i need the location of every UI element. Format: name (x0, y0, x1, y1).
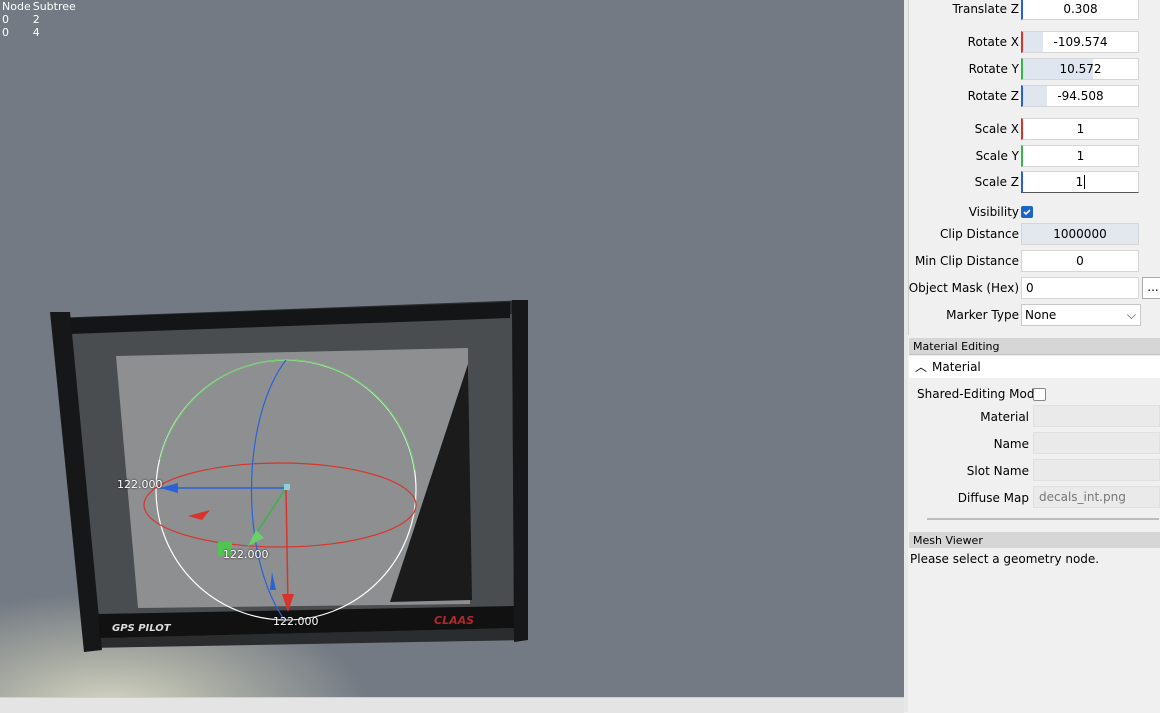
name-field[interactable] (1033, 432, 1160, 454)
name-label: Name (993, 437, 1029, 451)
rotate-z-field[interactable]: -94.508 (1021, 85, 1139, 107)
prop-scale-x: Scale X 1 (909, 118, 1160, 142)
prop-scale-z: Scale Z 1 (909, 171, 1160, 195)
attributes-panel: Translate Z 0.308 Rotate X -109.574 Rota… (908, 0, 1160, 335)
status-strip (0, 697, 904, 713)
material-group-label: Material (932, 360, 981, 374)
prop-translate-z: Translate Z 0.308 (909, 0, 1160, 22)
diffuse-map-label: Diffuse Map (957, 491, 1029, 505)
material-label: Material (980, 410, 1029, 424)
chevron-up-icon: ︿ (915, 360, 928, 374)
prop-rotate-z: Rotate Z -94.508 (909, 85, 1160, 109)
prop-label: Rotate Y (968, 62, 1019, 76)
prop-label: Scale X (974, 122, 1019, 136)
shared-editing-checkbox[interactable] (1033, 388, 1046, 401)
object-mask-field[interactable]: 0 (1021, 277, 1139, 299)
scene-canvas: GPS PILOT CLAAS (50, 300, 528, 652)
material-editing-panel: ︿ Material Shared-Editing Mode Material … (909, 356, 1160, 528)
horizontal-scrollbar[interactable] (927, 518, 1159, 520)
shared-editing-label: Shared-Editing Mode (917, 387, 1042, 401)
gizmo-y-value-label: 122.000 (223, 548, 269, 561)
rotate-y-field[interactable]: 10.572 (1021, 58, 1139, 80)
prop-clip-distance: Clip Distance 1000000 (909, 223, 1160, 247)
translate-z-field[interactable]: 0.308 (1021, 0, 1139, 20)
mesh-viewer-header: Mesh Viewer (909, 532, 1160, 549)
slot-name-label: Slot Name (966, 464, 1029, 478)
slot-name-field[interactable] (1033, 459, 1160, 481)
prop-marker-type: Marker Type None ⌵ (909, 304, 1160, 328)
prop-label: Rotate X (967, 35, 1019, 49)
clip-distance-field[interactable]: 1000000 (1021, 223, 1139, 245)
mesh-viewer-panel: Please select a geometry node. (909, 548, 1160, 712)
gizmo-center-handle[interactable] (284, 484, 290, 490)
prop-visibility: Visibility (909, 201, 1160, 225)
brand-left-text: GPS PILOT (112, 623, 172, 634)
prop-scale-y: Scale Y 1 (909, 145, 1160, 169)
prop-label: Marker Type (946, 308, 1019, 322)
prop-label: Object Mask (Hex) (908, 281, 1019, 295)
diffuse-map-field[interactable]: decals_int.png (1033, 486, 1160, 508)
material-field[interactable] (1033, 405, 1160, 427)
prop-label: Clip Distance (940, 227, 1019, 241)
mesh-viewer-message: Please select a geometry node. (910, 552, 1100, 566)
slot-name-row: Slot Name (909, 459, 1160, 483)
gizmo-z-value-label: 122.000 (273, 615, 319, 628)
prop-label: Translate Z (952, 2, 1019, 16)
prop-label: Rotate Z (967, 89, 1019, 103)
material-group-header[interactable]: ︿ Material (909, 356, 1160, 378)
prop-label: Min Clip Distance (914, 254, 1019, 268)
material-row: Material (909, 405, 1160, 429)
scale-x-field[interactable]: 1 (1021, 118, 1139, 140)
prop-rotate-x: Rotate X -109.574 (909, 31, 1160, 55)
rotate-x-field[interactable]: -109.574 (1021, 31, 1139, 53)
prop-label: Scale Z (974, 175, 1019, 189)
name-row: Name (909, 432, 1160, 456)
scale-y-field[interactable]: 1 (1021, 145, 1139, 167)
object-mask-browse-button[interactable]: ... (1142, 277, 1160, 299)
prop-object-mask: Object Mask (Hex) 0 (909, 277, 1160, 301)
chevron-down-icon: ⌵ (1126, 308, 1136, 322)
min-clip-distance-field[interactable]: 0 (1021, 250, 1139, 272)
material-editing-header: Material Editing (909, 338, 1160, 355)
diffuse-map-row: Diffuse Map decals_int.png (909, 486, 1160, 510)
gizmo-x-value-label: 122.000 (117, 478, 163, 491)
shared-editing-row: Shared-Editing Mode (909, 382, 1160, 406)
marker-type-select[interactable]: None ⌵ (1021, 304, 1141, 326)
scale-z-field[interactable]: 1 (1021, 171, 1139, 193)
visibility-checkbox[interactable] (1021, 206, 1033, 218)
prop-label: Scale Y (975, 149, 1019, 163)
prop-rotate-y: Rotate Y 10.572 (909, 58, 1160, 82)
prop-label: Visibility (968, 205, 1019, 219)
viewport-3d[interactable]: Node Subtree 0 2 0 4 GPS PILOT CLAAS 122… (0, 0, 904, 697)
brand-right-text: CLAAS (434, 614, 474, 627)
check-icon (1023, 209, 1031, 216)
prop-min-clip-distance: Min Clip Distance 0 (909, 250, 1160, 274)
